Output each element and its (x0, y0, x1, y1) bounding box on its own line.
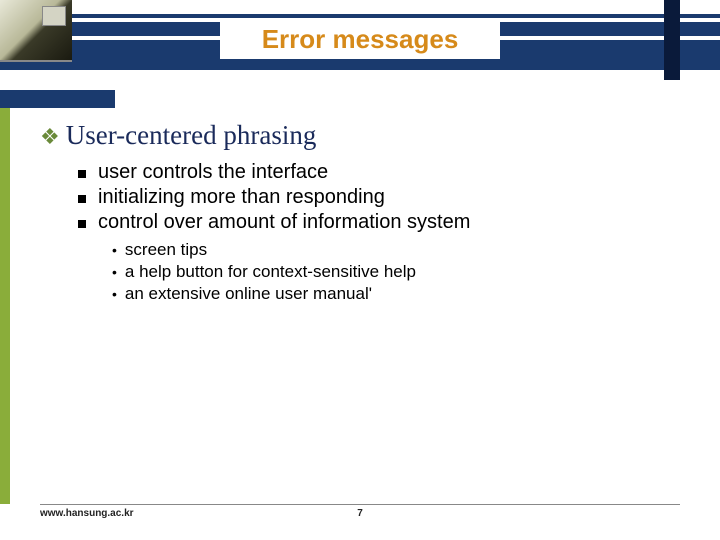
slide-content: ❖ User-centered phrasing user controls t… (40, 120, 690, 306)
header-right-accent (664, 0, 680, 80)
list-item: initializing more than responding (78, 186, 690, 209)
heading-text: User-centered phrasing (66, 120, 317, 151)
list-item-text: user controls the interface (98, 161, 328, 184)
dot-bullet-icon: • (112, 264, 117, 280)
dot-bullet-icon: • (112, 286, 117, 302)
square-bullet-icon (78, 220, 86, 228)
list-item-text: an extensive online user manual' (125, 284, 372, 304)
footer-page-number: 7 (357, 508, 363, 519)
corner-decorative-image (0, 0, 72, 62)
slide-title: Error messages (220, 20, 500, 59)
slide-header: Error messages (0, 0, 720, 70)
list-item: • a help button for context-sensitive he… (112, 262, 690, 282)
footer-url: www.hansung.ac.kr (40, 508, 134, 519)
list-item: • screen tips (112, 240, 690, 260)
list-item-text: screen tips (125, 240, 207, 260)
dot-bullet-icon: • (112, 242, 117, 258)
list-item: user controls the interface (78, 161, 690, 184)
list-item-text: control over amount of information syste… (98, 211, 470, 234)
list-item: • an extensive online user manual' (112, 284, 690, 304)
header-stripe-thin (0, 14, 720, 18)
square-bullet-icon (78, 170, 86, 178)
level3-list: • screen tips • a help button for contex… (112, 240, 690, 304)
subheader-bar (0, 90, 115, 108)
heading-item: ❖ User-centered phrasing (40, 120, 690, 151)
slide-footer: www.hansung.ac.kr 7 (40, 504, 680, 524)
list-item: control over amount of information syste… (78, 211, 690, 234)
list-item-text: initializing more than responding (98, 186, 385, 209)
diamond-bullet-icon: ❖ (40, 126, 60, 148)
list-item-text: a help button for context-sensitive help (125, 262, 416, 282)
left-green-stripe (0, 108, 10, 504)
level2-list: user controls the interface initializing… (78, 161, 690, 234)
square-bullet-icon (78, 195, 86, 203)
